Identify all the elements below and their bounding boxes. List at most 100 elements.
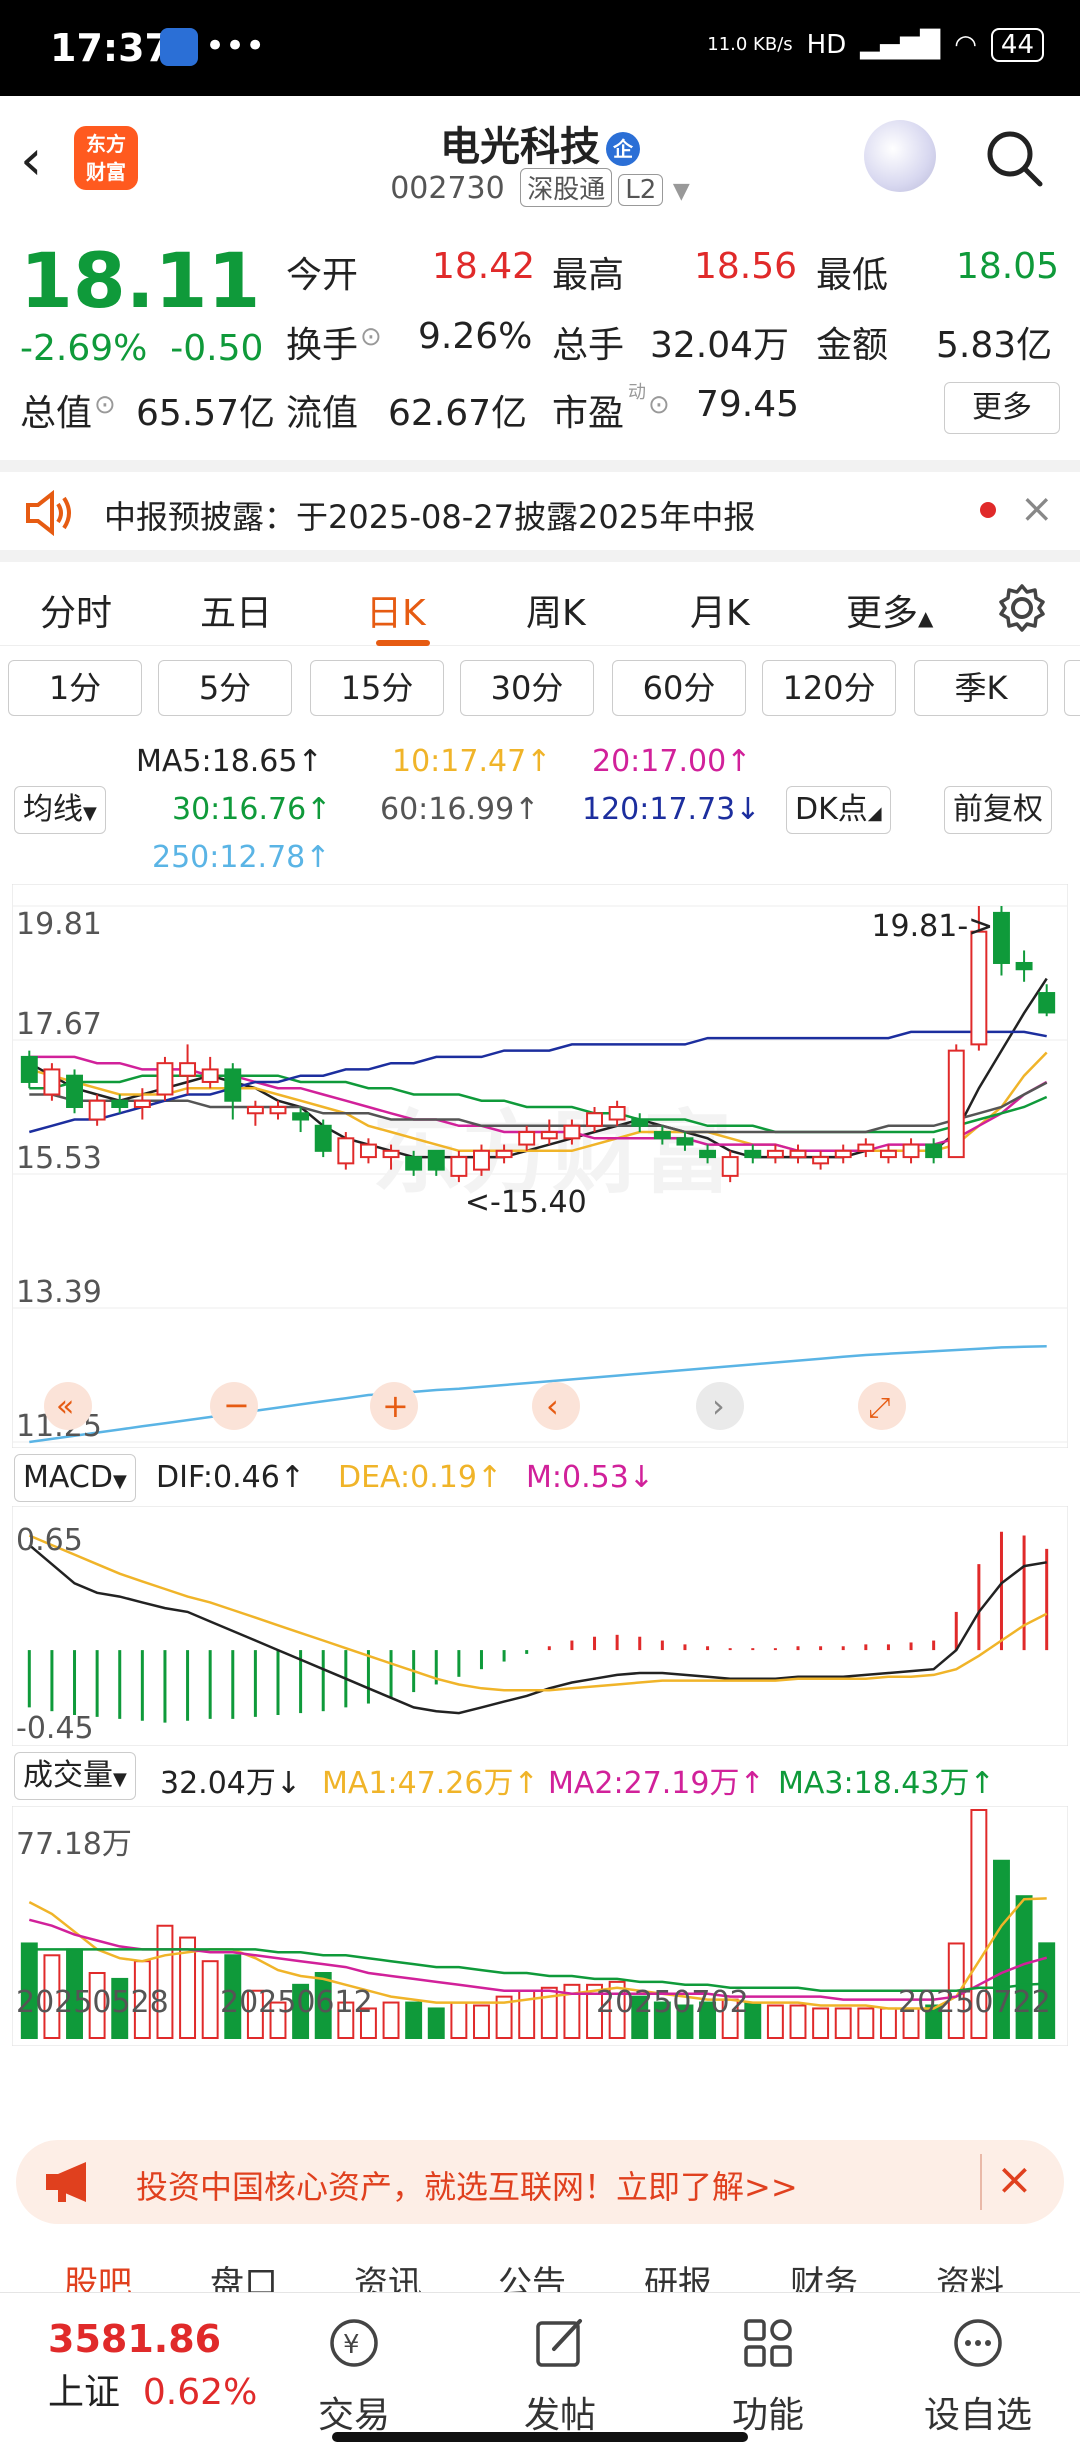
subtab-guba[interactable]: 股吧 (64, 2256, 132, 2292)
macd-dea-line (28, 1534, 1048, 1692)
min-15-button[interactable]: 15分 (310, 660, 444, 716)
volume-selector[interactable]: 成交量▼ (14, 1752, 136, 1800)
app-notification-icon (160, 28, 198, 66)
tab-intraday[interactable]: 分时 (40, 584, 112, 636)
subtab-research[interactable]: 研报 (644, 2256, 712, 2292)
edit-icon (536, 2319, 582, 2367)
trade-button[interactable]: ¥ 交易 (294, 2313, 414, 2438)
macd-lines (28, 1534, 1048, 1715)
volume-bar (857, 2007, 875, 2039)
adjust-selector[interactable]: 前复权 (944, 786, 1052, 834)
close-icon[interactable]: × (1020, 486, 1054, 532)
close-icon[interactable]: × (996, 2154, 1033, 2205)
ma60-label: 60:16.99↑ (380, 792, 540, 827)
ma20-label: 20:17.00↑ (592, 744, 752, 779)
post-label: 发帖 (523, 2395, 596, 2436)
subtab-pankou[interactable]: 盘口 (210, 2256, 278, 2292)
add-watchlist-button[interactable]: 设自选 (918, 2313, 1038, 2438)
candle-body (473, 1149, 490, 1171)
function-button[interactable]: 功能 (708, 2313, 828, 2438)
candle-body (902, 1143, 920, 1159)
macd-selector[interactable]: MACD▼ (14, 1454, 136, 1502)
high-value: 18.56 (694, 246, 798, 287)
index-widget[interactable]: 3581.86 上证 0.62% (48, 2317, 257, 2415)
kline-y-label: 19.81 (16, 907, 102, 942)
macd-dif-label: DIF:0.46↑ (156, 1460, 305, 1495)
assistant-robot-icon[interactable] (864, 120, 936, 192)
more-periods-button[interactable] (1064, 660, 1080, 716)
float-value: 62.67亿 (388, 393, 528, 434)
period-tabs: 分时 五日 日K 周K 月K 更多▲ (0, 550, 1080, 646)
active-tab-underline (376, 640, 430, 646)
candle-body (789, 1149, 807, 1159)
tab-weekly-k[interactable]: 周K (526, 584, 586, 636)
macd-chart[interactable]: 0.65 -0.45 (12, 1506, 1068, 1746)
post-button[interactable]: 发帖 (500, 2313, 620, 2438)
min-120-button[interactable]: 120分 (762, 660, 896, 716)
turnover-label: 换手 (286, 325, 359, 366)
vol-value-label: 32.04万↓ (160, 1766, 302, 1801)
candle-body (1015, 961, 1033, 971)
macd-histogram (27, 1531, 1049, 1723)
subtab-announce[interactable]: 公告 (498, 2256, 566, 2292)
info-icon[interactable]: ⊙ (360, 322, 382, 352)
grid-icon (744, 2319, 792, 2367)
caret-down-icon: ▼ (113, 1769, 127, 1790)
kline-chart[interactable]: 东方财富 19.8117.6715.5313.3911.25 19.81-> <… (12, 884, 1068, 1448)
candle-body (993, 911, 1010, 964)
gear-icon[interactable] (996, 582, 1048, 634)
macd-frame (12, 1506, 1068, 1746)
tab-5day[interactable]: 五日 (200, 584, 272, 636)
candle-body (608, 1106, 626, 1121)
pe-value: 79.45 (696, 384, 800, 425)
subtab-news[interactable]: 资讯 (354, 2256, 422, 2292)
candle-body (382, 1149, 400, 1159)
ma-selector[interactable]: 均线▼ (14, 786, 106, 834)
tab-monthly-k[interactable]: 月K (690, 584, 750, 636)
volume-bar (879, 2007, 897, 2039)
enterprise-badge-icon: 企 (606, 132, 640, 166)
info-icon[interactable]: ⊙ (94, 390, 116, 420)
search-icon[interactable] (982, 126, 1046, 190)
change-pct: -2.69% (20, 328, 148, 369)
candle-body (201, 1068, 219, 1083)
subtab-profile[interactable]: 资料 (936, 2256, 1004, 2292)
caret-up-icon: ▲ (918, 606, 934, 630)
pe-superscript: 动 (628, 382, 646, 403)
macd-dif-line (28, 1544, 1047, 1715)
dk-selector[interactable]: DK点◢ (786, 786, 891, 834)
notice-bar[interactable]: 中报预披露：于2025-08-27披露2025年中报 × (0, 460, 1080, 542)
min-1-button[interactable]: 1分 (8, 660, 142, 716)
more-circle-icon (954, 2319, 1002, 2367)
subtab-finance[interactable]: 财务 (790, 2256, 858, 2292)
caret-icon: ◢ (867, 803, 882, 824)
volume-chart[interactable]: 77.18万 20250528 20250612 20250702 202507… (12, 1806, 1068, 2046)
min-30-button[interactable]: 30分 (460, 660, 594, 716)
ad-text: 投资中国核心资产，就选互联网！立即了解>> (136, 2168, 798, 2206)
min-60-button[interactable]: 60分 (612, 660, 746, 716)
battery-icon: 44 (990, 28, 1044, 62)
status-right: 11.0 KB/s HD ▂▄▆█ ◠ 44 (707, 28, 1044, 62)
kline-y-label: 17.67 (16, 1007, 102, 1042)
tab-daily-k[interactable]: 日K (366, 584, 426, 636)
tag-sgt: 深股通 (520, 168, 613, 207)
change-abs: -0.50 (170, 328, 264, 369)
ad-banner[interactable]: 投资中国核心资产，就选互联网！立即了解>> × (16, 2140, 1064, 2224)
vol-ma3-label: MA3:18.43万↑ (778, 1766, 995, 1801)
more-button[interactable]: 更多 (944, 382, 1060, 434)
volume-label: 总手 (552, 325, 625, 366)
volume-bar (812, 2007, 830, 2039)
min-5-button[interactable]: 5分 (158, 660, 292, 716)
candle-body (834, 1149, 852, 1159)
unread-dot-icon (980, 502, 996, 518)
tab-more[interactable]: 更多▲ (846, 584, 933, 636)
caret-down-icon: ▼ (112, 1471, 127, 1492)
quarter-k-button[interactable]: 季K (914, 660, 1048, 716)
float-label: 流值 (286, 393, 359, 434)
info-icon[interactable]: ⊙ (648, 390, 670, 420)
volume-value: 32.04万 (650, 325, 790, 366)
candle-body (43, 1068, 61, 1096)
zoom-out-glyph: − (223, 1386, 250, 1424)
candle-body (766, 1149, 784, 1159)
mcap-label: 总值 (20, 393, 93, 434)
